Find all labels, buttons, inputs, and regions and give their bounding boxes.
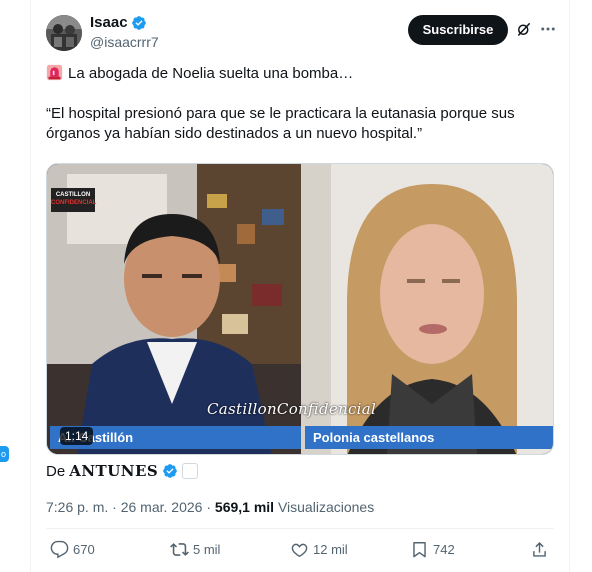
attribution-source-link[interactable]: ANTUNES <box>69 462 158 480</box>
affiliate-badge-icon <box>182 463 199 479</box>
verified-badge-icon <box>163 464 178 478</box>
reply-button[interactable]: 670 <box>50 540 95 559</box>
verified-badge-icon <box>131 15 146 30</box>
tweet-line-1: La abogada de Noelia suelta una bomba… <box>46 64 546 84</box>
tweet-card: Isaac @isaacrrr7 Suscribirse La abogada … <box>30 0 570 572</box>
grok-icon[interactable] <box>515 20 533 38</box>
share-icon <box>533 542 546 557</box>
like-button[interactable]: 12 mil <box>290 540 348 559</box>
logo-line-2: CONFIDENCIAL <box>51 200 97 206</box>
tweet-line-1-text: La abogada de Noelia suelta una bomba… <box>68 65 354 82</box>
share-button[interactable] <box>530 540 549 559</box>
bookmark-count: 742 <box>433 542 455 557</box>
bookmark-button[interactable]: 742 <box>410 540 455 559</box>
logo-line-1: CASTILLON <box>55 192 91 198</box>
tweet-time[interactable]: 7:26 p. m. <box>46 499 108 515</box>
bookmark-icon <box>413 542 426 558</box>
meta-separator: · <box>112 499 117 515</box>
lower-third-right: Polonia castellanos <box>305 426 553 449</box>
more-icon[interactable] <box>539 20 557 38</box>
heart-icon <box>291 543 308 558</box>
channel-logo: CASTILLON CONFIDENCIAL <box>51 188 97 212</box>
meta-separator: · <box>206 499 212 515</box>
tweet-quote: “El hospital presionó para que se le pra… <box>46 105 515 142</box>
display-name[interactable]: Isaac <box>90 14 147 31</box>
retweet-count: 5 mil <box>193 542 221 557</box>
tweet-text: La abogada de Noelia suelta una bomba… “… <box>46 64 546 144</box>
display-name-text[interactable]: Isaac <box>90 14 128 31</box>
divider <box>46 528 554 529</box>
handle[interactable]: @isaacrrr7 <box>90 34 159 50</box>
action-bar: 670 5 mil 12 mil 742 <box>46 540 554 564</box>
siren-emoji-icon <box>46 64 63 81</box>
video-watermark: CastillonConfidencial <box>207 400 377 418</box>
video-attribution: De ANTUNES <box>46 462 199 480</box>
retweet-button[interactable]: 5 mil <box>170 540 220 559</box>
reply-icon <box>50 540 69 559</box>
left-edge-tag[interactable]: o <box>0 446 9 462</box>
tweet-metadata: 7:26 p. m. · 26 mar. 2026 · 569,1 mil Vi… <box>46 499 374 515</box>
subscribe-button[interactable]: Suscribirse <box>408 15 508 45</box>
tweet-date[interactable]: 26 mar. 2026 <box>121 499 203 515</box>
views-label: Visualizaciones <box>277 499 375 515</box>
attribution-prefix: De <box>46 462 66 480</box>
video-player[interactable]: CASTILLON CONFIDENCIAL CastillonConfiden… <box>46 163 554 455</box>
like-count: 12 mil <box>313 542 348 557</box>
retweet-icon <box>170 543 189 556</box>
video-duration: 1:14 <box>60 427 94 445</box>
views-count: 569,1 mil <box>214 499 275 515</box>
reply-count: 670 <box>73 542 95 557</box>
avatar[interactable] <box>46 15 82 51</box>
